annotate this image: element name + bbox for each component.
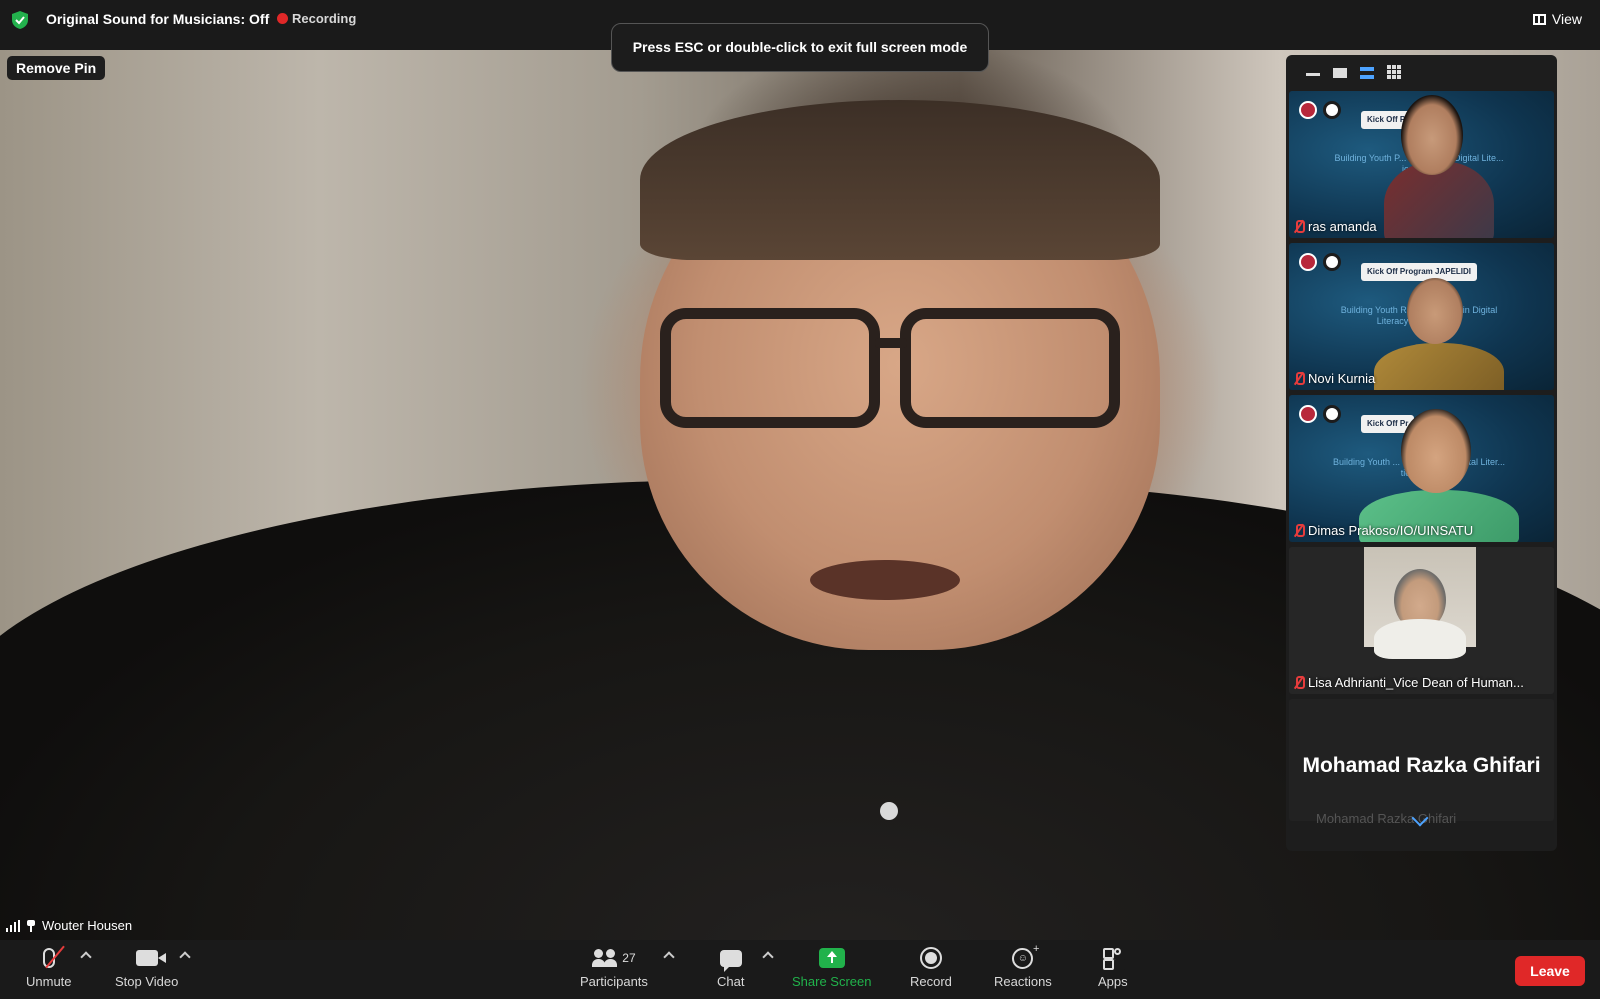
apps-icon [1102,946,1123,970]
participant-body [1374,343,1504,390]
share-screen-button[interactable]: Share Screen [792,946,872,989]
participants-icon: 27 [592,946,636,970]
pin-icon [26,919,36,932]
reactions-label: Reactions [994,974,1052,989]
shield-icon [12,11,28,29]
meeting-toolbar: Unmute Stop Video 27 Participants Chat S… [0,940,1600,999]
chat-button[interactable]: Chat [717,946,744,989]
view-button[interactable]: View [1532,11,1582,27]
mic-muted-icon [1294,372,1305,385]
reactions-button[interactable]: ☺ Reactions [994,941,1052,990]
unmute-label: Unmute [26,974,72,989]
logo-icon [1299,405,1317,423]
participant-tile[interactable]: Kick Off P Building Youth P... icipation… [1289,91,1554,238]
speaker-name-label: Wouter Housen [6,918,132,933]
participant-tile[interactable]: Mohamad Razka Ghifari [1289,699,1554,821]
stop-video-label: Stop Video [115,974,179,989]
mic-muted-icon [1294,524,1305,537]
participant-tile[interactable]: Kick Off Program JAPELIDI Building Youth… [1289,243,1554,390]
record-button[interactable]: Record [910,946,952,989]
record-label: Record [910,974,952,989]
strip-view-icon[interactable] [1360,67,1374,79]
recording-indicator[interactable]: Recording [292,11,356,26]
participant-tile[interactable]: Lisa Adhrianti_Vice Dean of Human... [1289,547,1554,694]
signal-icon [6,919,20,932]
participants-options-caret[interactable] [663,951,675,963]
share-screen-icon [818,946,845,970]
unmute-button[interactable]: Unmute [26,945,72,989]
recording-dot-icon [277,13,288,24]
participant-name: Novi Kurnia [1294,371,1375,386]
participants-count: 27 [622,951,636,965]
mic-muted-icon [1294,220,1305,233]
participants-button[interactable]: 27 Participants [580,946,648,989]
logo-icon [1299,253,1317,271]
speaker-name: Wouter Housen [42,918,133,933]
leave-button[interactable]: Leave [1515,956,1585,986]
logo-icon [1323,101,1341,119]
glasses-bridge [875,338,907,348]
gallery-view-switcher [1286,55,1557,91]
participant-name: Mohamad Razka Ghifari [1316,811,1457,826]
stop-video-button[interactable]: Stop Video [115,946,178,989]
speaker-mouth [810,560,960,600]
gallery-panel: Kick Off P Building Youth P... icipation… [1286,55,1557,851]
chat-options-caret[interactable] [762,951,774,963]
record-icon [919,946,942,970]
logo-icon [1323,253,1341,271]
participants-label: Participants [580,974,648,989]
glasses-left-lens [660,308,880,428]
single-view-icon[interactable] [1333,68,1347,78]
speaker-hair [640,100,1160,260]
chat-icon [719,946,742,972]
slide-title: Kick Off Program JAPELIDI [1361,263,1478,281]
participant-head [1401,95,1463,175]
logo-icon [1323,405,1341,423]
participant-name: ras amanda [1294,219,1377,234]
video-camera-icon [135,946,166,970]
mic-muted-icon [1294,676,1305,689]
grid-view-icon[interactable] [1387,65,1402,80]
apps-label: Apps [1098,974,1128,989]
exit-fullscreen-toast: Press ESC or double-click to exit full s… [611,23,989,72]
participant-head [1407,278,1463,344]
participant-video [1364,547,1476,659]
video-options-caret[interactable] [179,951,191,963]
reactions-icon: ☺ [1012,941,1039,970]
view-icon [1532,13,1546,25]
participant-tile[interactable]: Kick Off Pr Building Youth ... rticipati… [1289,395,1554,542]
logo-icon [1299,101,1317,119]
chat-label: Chat [717,974,745,989]
participant-body [1374,619,1466,659]
participant-name-placeholder: Mohamad Razka Ghifari [1302,754,1541,777]
share-screen-label: Share Screen [792,974,872,989]
apps-button[interactable]: Apps [1098,946,1128,989]
audio-options-caret[interactable] [80,951,92,963]
view-label: View [1551,11,1582,27]
shirt-button [880,802,898,820]
original-sound-toggle[interactable]: Original Sound for Musicians: Off [46,11,269,27]
mic-muted-icon [42,945,65,970]
glasses-right-lens [900,308,1120,428]
remove-pin-button[interactable]: Remove Pin [7,56,106,80]
participant-name: Lisa Adhrianti_Vice Dean of Human... [1294,675,1524,690]
participant-head [1401,409,1471,493]
minimize-icon[interactable] [1306,73,1320,76]
participant-name: Dimas Prakoso/IO/UINSATU [1294,523,1473,538]
